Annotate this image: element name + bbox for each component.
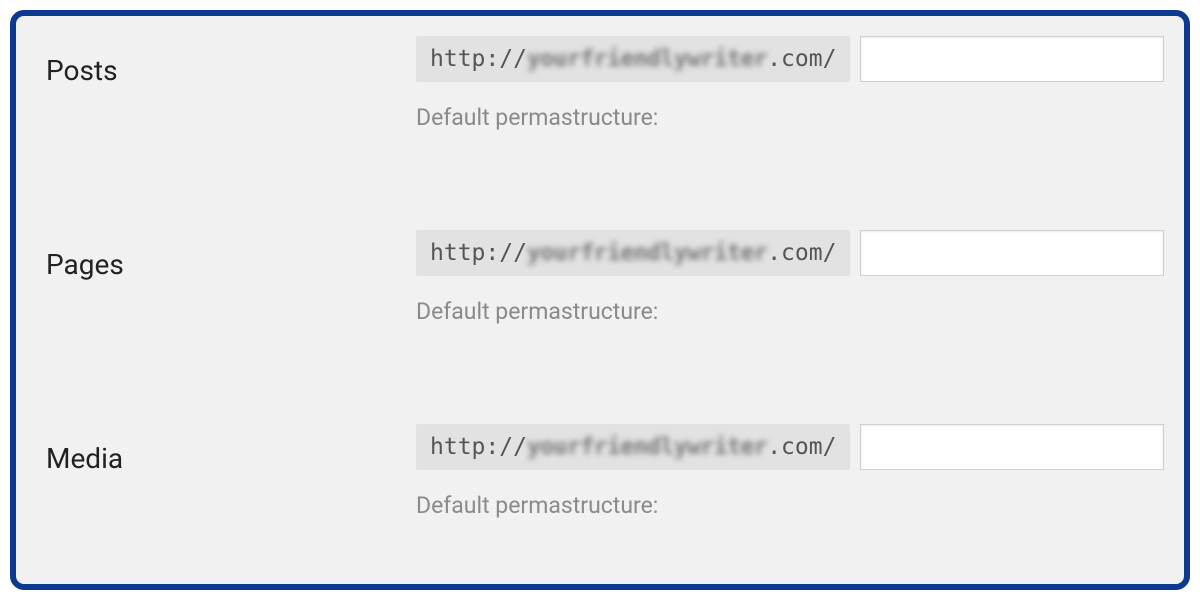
permastructure-input-media[interactable] xyxy=(860,424,1164,470)
permastructure-input-pages[interactable] xyxy=(860,230,1164,276)
url-scheme: http:// xyxy=(430,46,527,72)
row-right-posts: http://yourfriendlywriter.com/ Default p… xyxy=(416,36,1164,131)
url-prefix-posts: http://yourfriendlywriter.com/ xyxy=(416,36,850,82)
helper-text-posts: Default permastructure: xyxy=(416,104,1164,131)
row-inputline-media: http://yourfriendlywriter.com/ xyxy=(416,424,1164,470)
url-suffix: .com/ xyxy=(767,240,836,266)
url-suffix: .com/ xyxy=(767,434,836,460)
row-label-media: Media xyxy=(46,424,416,475)
url-suffix: .com/ xyxy=(767,46,836,72)
helper-text-media: Default permastructure: xyxy=(416,492,1164,519)
permastructure-panel: Posts http://yourfriendlywriter.com/ Def… xyxy=(10,10,1190,590)
helper-text-pages: Default permastructure: xyxy=(416,298,1164,325)
url-prefix-pages: http://yourfriendlywriter.com/ xyxy=(416,230,850,276)
permastructure-input-posts[interactable] xyxy=(860,36,1164,82)
permastructure-row-media: Media http://yourfriendlywriter.com/ Def… xyxy=(46,424,1164,574)
permastructure-row-posts: Posts http://yourfriendlywriter.com/ Def… xyxy=(46,36,1164,186)
url-domain-obscured: yourfriendlywriter xyxy=(527,240,767,266)
url-scheme: http:// xyxy=(430,240,527,266)
row-inputline-posts: http://yourfriendlywriter.com/ xyxy=(416,36,1164,82)
row-inputline-pages: http://yourfriendlywriter.com/ xyxy=(416,230,1164,276)
row-label-posts: Posts xyxy=(46,36,416,87)
row-right-media: http://yourfriendlywriter.com/ Default p… xyxy=(416,424,1164,519)
url-scheme: http:// xyxy=(430,434,527,460)
url-domain-obscured: yourfriendlywriter xyxy=(527,434,767,460)
permastructure-row-pages: Pages http://yourfriendlywriter.com/ Def… xyxy=(46,230,1164,380)
row-label-pages: Pages xyxy=(46,230,416,281)
url-prefix-media: http://yourfriendlywriter.com/ xyxy=(416,424,850,470)
url-domain-obscured: yourfriendlywriter xyxy=(527,46,767,72)
row-right-pages: http://yourfriendlywriter.com/ Default p… xyxy=(416,230,1164,325)
